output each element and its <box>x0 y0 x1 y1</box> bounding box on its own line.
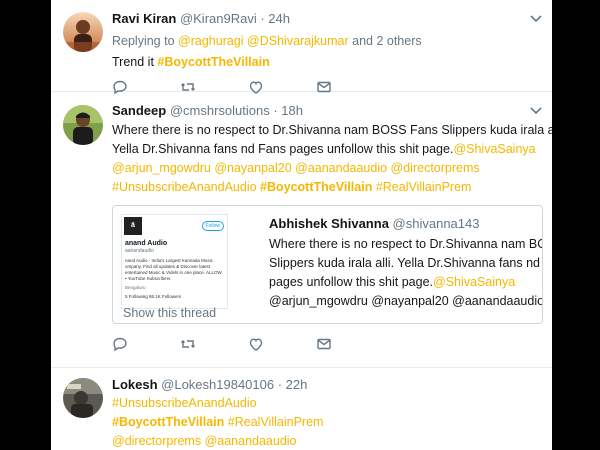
mention-link[interactable]: @ShivaSainya <box>453 142 535 156</box>
hashtag-link[interactable]: #BoycottTheVillain <box>260 180 372 194</box>
user-handle[interactable]: @cmshrsolutions <box>170 103 270 118</box>
profile-preview-image: ā Follow anand Audio aanandaudio nand Au… <box>121 214 228 309</box>
chevron-down-icon[interactable] <box>530 107 542 115</box>
retweet-icon[interactable] <box>180 336 196 352</box>
tweet-text: #UnsubscribeAnandAudio #BoycottTheVillai… <box>112 394 532 450</box>
hashtag-link[interactable]: #UnsubscribeAnandAudio <box>112 394 532 413</box>
user-handle[interactable]: @Kiran9Ravi <box>180 11 257 26</box>
quoted-text: Where there is no respect to Dr.Shivanna… <box>269 237 543 308</box>
quoted-tweet[interactable]: ā Follow anand Audio aanandaudio nand Au… <box>112 205 543 324</box>
quoted-display-name: Abhishek Shivanna <box>269 216 389 231</box>
hashtag-link[interactable]: #RealVillainPrem <box>228 415 324 429</box>
tweet-sandeep[interactable]: Sandeep @cmshrsolutions · 18h Where ther… <box>51 92 552 368</box>
tweet-actions <box>112 336 392 352</box>
hashtag-link[interactable]: #BoycottTheVillain <box>112 415 224 429</box>
replying-to: Replying to @raghuragi @DShivarajkumar a… <box>112 34 422 48</box>
tweet-header: Lokesh @Lokesh19840106 · 22h <box>112 376 532 394</box>
chevron-down-icon[interactable] <box>530 15 542 23</box>
message-icon[interactable] <box>316 336 332 352</box>
tweet-text: Trend it #BoycottTheVillain <box>112 55 270 69</box>
show-thread-link[interactable]: Show this thread <box>123 304 216 323</box>
quoted-header: Abhishek Shivanna @shivanna143 <box>269 215 539 233</box>
hashtag-link[interactable]: #BoycottTheVillain <box>157 55 269 69</box>
avatar[interactable] <box>63 12 103 52</box>
hashtag-link[interactable]: #RealVillainPrem <box>376 180 472 194</box>
logo-icon: ā <box>124 217 142 235</box>
reply-icon[interactable] <box>112 336 128 352</box>
tweet-lokesh[interactable]: Lokesh @Lokesh19840106 · 22h #Unsubscrib… <box>51 368 552 450</box>
user-handle[interactable]: @Lokesh19840106 <box>161 377 274 392</box>
tweet-text: Where there is no respect to Dr.Shivanna… <box>112 123 552 194</box>
timestamp[interactable]: · 22h <box>278 377 308 392</box>
tweet-header: Sandeep @cmshrsolutions · 18h <box>112 102 542 120</box>
timestamp[interactable]: · 18h <box>273 103 303 118</box>
avatar[interactable] <box>63 105 103 145</box>
tweet-header: Ravi Kiran @Kiran9Ravi · 24h <box>112 10 532 28</box>
mention-links[interactable]: @directorprems @aanandaaudio <box>112 432 532 450</box>
reply-user-link[interactable]: @DShivarajkumar <box>247 34 349 48</box>
display-name[interactable]: Sandeep <box>112 103 166 118</box>
display-name[interactable]: Ravi Kiran <box>112 11 176 26</box>
display-name[interactable]: Lokesh <box>112 377 158 392</box>
hashtag-link[interactable]: #UnsubscribeAnandAudio <box>112 180 257 194</box>
tweet-ravi-kiran[interactable]: Ravi Kiran @Kiran9Ravi · 24h Replying to… <box>51 0 552 95</box>
mention-links[interactable]: @arjun_mgowdru @nayanpal20 @aanandaaudio… <box>112 159 542 178</box>
quoted-handle: @shivanna143 <box>392 216 480 231</box>
timestamp[interactable]: · 24h <box>260 11 290 26</box>
reply-user-link[interactable]: @raghuragi <box>178 34 244 48</box>
avatar[interactable] <box>63 378 103 418</box>
timeline: Ravi Kiran @Kiran9Ravi · 24h Replying to… <box>51 0 552 450</box>
follow-button: Follow <box>201 221 224 231</box>
like-icon[interactable] <box>248 336 264 352</box>
